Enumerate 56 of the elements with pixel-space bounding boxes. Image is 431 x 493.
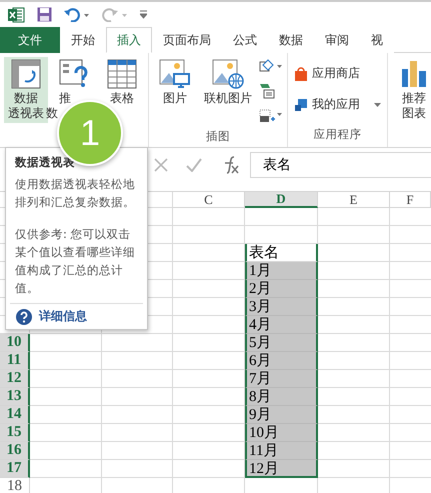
table-cell: 表名 [245, 244, 318, 262]
ribbon-button[interactable]: 应用商店 [292, 61, 383, 86]
table-cell: 11月 [245, 442, 318, 460]
ribbon-button[interactable]: 联机图片 [201, 57, 255, 108]
help-icon [16, 308, 32, 324]
table-cell: 5月 [245, 334, 318, 352]
screenshot-icon[interactable] [259, 109, 283, 123]
excel-logo-icon [8, 6, 25, 22]
row-header[interactable]: 12 [0, 370, 30, 388]
table-cell: 1月 [245, 262, 318, 280]
chart-icon [399, 59, 429, 89]
smartart-icon[interactable] [259, 83, 275, 99]
table-cell: 2月 [245, 280, 318, 298]
row-header[interactable]: 15 [0, 424, 30, 442]
row-header[interactable]: 14 [0, 406, 30, 424]
column-header[interactable]: C [173, 192, 245, 208]
more-info-link[interactable]: 详细信息 [39, 308, 87, 325]
table-cell: 10月 [245, 424, 318, 442]
shapes-icon[interactable] [259, 59, 283, 73]
row-header[interactable]: 16 [0, 442, 30, 460]
table-cell: 12月 [245, 460, 318, 478]
group-label: 应用程序 [314, 127, 362, 141]
table-cell: 9月 [245, 406, 318, 424]
cubes-icon [294, 98, 308, 112]
online-picture-icon [212, 59, 244, 89]
recommended-pivot-icon [59, 59, 89, 89]
column-header[interactable]: F [390, 192, 431, 208]
file-tab[interactable]: 文件 [0, 27, 60, 53]
picture-icon [159, 59, 191, 89]
table-cell: 8月 [245, 388, 318, 406]
formula-field[interactable]: 表名 [250, 152, 431, 178]
ribbon-button[interactable]: 图片 [153, 57, 197, 108]
tooltip-description: 使用数据透视表轻松地排列和汇总复杂数据。 [14, 176, 136, 211]
pivot-table-icon [11, 59, 41, 89]
tooltip-note: 仅供参考: 您可以双击某个值以查看哪些详细值构成了汇总的总计值。 [14, 226, 136, 297]
column-header[interactable]: E [318, 192, 390, 208]
ribbon-tab[interactable]: 插入 [106, 27, 152, 53]
column-header[interactable]: D [245, 192, 318, 208]
check-icon[interactable] [186, 158, 202, 172]
ribbon-button[interactable]: 表格 [100, 57, 144, 108]
row-header[interactable]: 13 [0, 388, 30, 406]
save-icon[interactable] [37, 7, 52, 22]
store-bag-icon [294, 66, 308, 80]
ribbon-button[interactable]: 推荐 图表 [392, 57, 431, 123]
table-cell: 7月 [245, 370, 318, 388]
table-cell: 4月 [245, 316, 318, 334]
table-icon [107, 59, 137, 89]
ribbon-button[interactable]: 我的应用 [292, 92, 383, 117]
table-cell: 6月 [245, 352, 318, 370]
customize-toolbar-icon[interactable] [140, 10, 147, 19]
row-header[interactable]: 11 [0, 352, 30, 370]
row-header[interactable]: 10 [0, 334, 30, 352]
row-header[interactable]: 17 [0, 460, 30, 478]
table-cell: 3月 [245, 298, 318, 316]
undo-icon[interactable] [64, 8, 90, 22]
group-label: 插图 [206, 129, 230, 143]
